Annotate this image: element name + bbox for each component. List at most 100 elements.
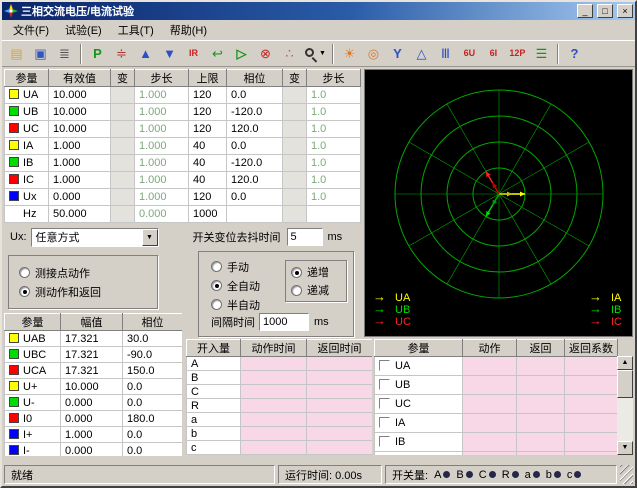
rms-value-cell[interactable]: 10.000 [49,121,111,138]
phase-step-cell[interactable]: 1.0 [307,189,361,206]
twelve-p-icon[interactable]: 12P [506,43,529,65]
step-value-cell[interactable]: 1.000 [135,155,189,172]
upper-limit-cell[interactable]: 120 [189,121,227,138]
stop-icon[interactable]: ⊗ [254,43,277,65]
upper-limit-cell[interactable]: 40 [189,172,227,189]
phasor-dots-icon[interactable]: ∴ [278,43,301,65]
vary-toggle-cell[interactable] [111,172,135,189]
checkbox[interactable] [379,360,390,371]
rms-value-cell[interactable]: 1.000 [49,155,111,172]
rings-icon[interactable]: ◎ [362,43,385,65]
upper-limit-cell[interactable]: 40 [189,138,227,155]
ux-mode-select[interactable]: 任意方式 ▼ [31,228,159,247]
rms-value-cell[interactable]: 10.000 [49,104,111,121]
undo-icon[interactable]: ↩ [206,43,229,65]
step-value-cell[interactable]: 1.000 [135,172,189,189]
print-icon[interactable]: ≣ [53,43,76,65]
close-button[interactable]: × [617,4,633,18]
upper-limit-cell[interactable]: 120 [189,189,227,206]
vary-toggle-cell[interactable] [111,206,135,223]
interval-input[interactable] [259,313,309,331]
upper-limit-cell[interactable]: 1000 [189,206,227,223]
phase-step-cell[interactable] [307,206,361,223]
vary-toggle-cell[interactable] [111,121,135,138]
direction-option[interactable]: 递增 [291,263,341,281]
vary-toggle-cell[interactable] [111,104,135,121]
contact-mode-option[interactable]: 测接点动作 [19,263,147,282]
raise-icon[interactable]: ▲ [134,43,157,65]
vary-toggle-cell[interactable] [111,87,135,104]
scroll-up-icon[interactable]: ▲ [617,356,633,370]
step-value-cell[interactable]: 1.000 [135,87,189,104]
phase-value-cell[interactable] [227,206,283,223]
bars-icon[interactable]: Ⅲ [434,43,457,65]
run-mode-option[interactable]: 全自动 [211,276,260,295]
rms-value-cell[interactable]: 1.000 [49,138,111,155]
phase-value-cell[interactable]: 120.0 [227,121,283,138]
maximize-button[interactable]: □ [597,4,613,18]
sequence-icon[interactable]: ☰ [530,43,553,65]
upper-limit-cell[interactable]: 120 [189,104,227,121]
rms-value-cell[interactable]: 10.000 [49,87,111,104]
phase-value-cell[interactable]: 0.0 [227,87,283,104]
vary-toggle-cell[interactable] [111,155,135,172]
lower-icon[interactable]: ▼ [158,43,181,65]
run-mode-option[interactable]: 手动 [211,257,260,276]
save-icon[interactable]: ▣ [29,43,52,65]
p-setting-icon[interactable]: P [86,43,109,65]
run-mode-option[interactable]: 半自动 [211,295,260,314]
phase-value-cell[interactable]: 0.0 [227,189,283,206]
phase-step-cell[interactable]: 1.0 [307,121,361,138]
help-icon[interactable]: ? [563,43,586,65]
phase-value-cell[interactable]: -120.0 [227,155,283,172]
balance-icon[interactable]: ≑ [110,43,133,65]
phase-value-cell[interactable]: 120.0 [227,172,283,189]
minimize-button[interactable]: _ [577,4,593,18]
delta-icon[interactable]: △ [410,43,433,65]
phase-step-cell[interactable]: 1.0 [307,172,361,189]
checkbox[interactable] [379,417,390,428]
menu-item[interactable]: 文件(F) [5,20,57,40]
scroll-thumb[interactable] [617,370,633,398]
open-icon[interactable]: ▤ [5,43,28,65]
vary-toggle-cell[interactable] [283,172,307,189]
run-icon[interactable]: ▷ [230,43,253,65]
upper-limit-cell[interactable]: 120 [189,87,227,104]
rms-value-cell[interactable]: 0.000 [49,189,111,206]
contact-mode-option[interactable]: 测动作和返回 [19,282,147,301]
checkbox[interactable] [379,379,390,390]
scroll-down-icon[interactable]: ▼ [617,441,633,455]
phase-step-cell[interactable]: 1.0 [307,87,361,104]
six-i-icon[interactable]: 6I [482,43,505,65]
phase-step-cell[interactable]: 1.0 [307,104,361,121]
vary-toggle-cell[interactable] [111,189,135,206]
vary-toggle-cell[interactable] [283,104,307,121]
upper-limit-cell[interactable]: 40 [189,155,227,172]
rms-value-cell[interactable]: 50.000 [49,206,111,223]
sun-icon[interactable]: ☀ [338,43,361,65]
phase-value-cell[interactable]: 0.0 [227,138,283,155]
vary-toggle-cell[interactable] [283,206,307,223]
step-value-cell[interactable]: 1.000 [135,121,189,138]
phase-step-cell[interactable]: 1.0 [307,138,361,155]
step-value-cell[interactable]: 1.000 [135,138,189,155]
menu-item[interactable]: 帮助(H) [162,20,215,40]
debounce-input[interactable] [287,228,323,246]
step-value-cell[interactable]: 1.000 [135,104,189,121]
direction-option[interactable]: 递减 [291,281,341,299]
resize-grip[interactable] [620,465,633,484]
phase-step-cell[interactable]: 1.0 [307,155,361,172]
checkbox[interactable] [379,398,390,409]
step-value-cell[interactable]: 1.000 [135,189,189,206]
vary-toggle-cell[interactable] [283,189,307,206]
vary-toggle-cell[interactable] [283,121,307,138]
menu-item[interactable]: 试验(E) [57,20,110,40]
wye-icon[interactable]: Y [386,43,409,65]
checkbox[interactable] [379,436,390,447]
vary-toggle-cell[interactable] [283,87,307,104]
vary-toggle-cell[interactable] [283,155,307,172]
step-value-cell[interactable]: 0.000 [135,206,189,223]
menu-item[interactable]: 工具(T) [110,20,162,40]
rms-value-cell[interactable]: 1.000 [49,172,111,189]
ir-icon[interactable]: IR [182,43,205,65]
